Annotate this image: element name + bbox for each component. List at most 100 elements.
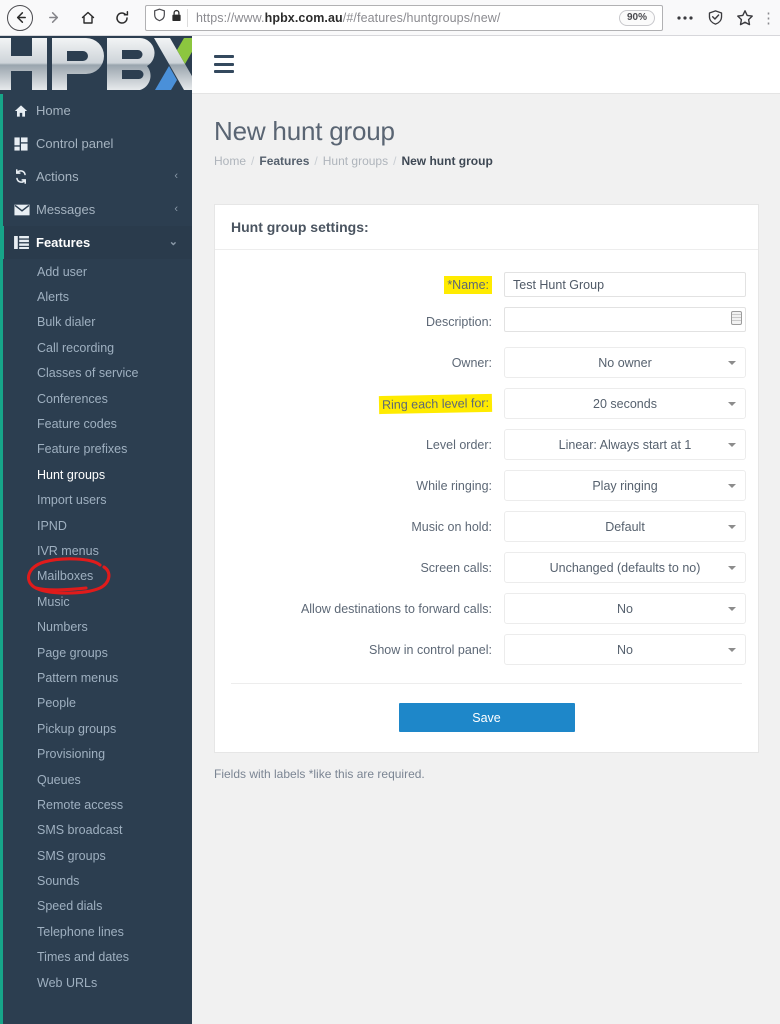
form-row-level-order-select: Level order: Linear: Always start at 1: [215, 429, 758, 460]
breadcrumb-item-hunt-groups[interactable]: Hunt groups: [323, 154, 388, 168]
sidebar-item-actions[interactable]: Actions ‹: [0, 160, 192, 193]
tracking-protection-icon[interactable]: [701, 4, 729, 32]
sidebar-subitem-bulk-dialer[interactable]: Bulk dialer: [0, 310, 192, 335]
form-control-music-on-hold-select: Default: [504, 511, 746, 542]
breadcrumb-item-features[interactable]: Features: [259, 154, 309, 168]
sidebar-subitem-feature-prefixes[interactable]: Feature prefixes: [0, 437, 192, 462]
form-row-description-field: Description:: [215, 307, 758, 337]
sidebar-subitem-people[interactable]: People: [0, 691, 192, 716]
select-value: No: [617, 601, 633, 616]
sidebar-subitem-provisioning[interactable]: Provisioning: [0, 741, 192, 766]
description-field[interactable]: [504, 307, 746, 332]
ring-each-level-for-select[interactable]: 20 seconds: [504, 388, 746, 419]
sidebar-subitem-label: Provisioning: [37, 747, 106, 762]
chevron-down-icon: [728, 360, 736, 365]
sidebar-subitem-hunt-groups[interactable]: Hunt groups: [0, 462, 192, 487]
sidebar-subitem-mailboxes[interactable]: Mailboxes: [0, 564, 192, 589]
padlock-icon[interactable]: [171, 9, 182, 27]
sidebar-item-messages[interactable]: Messages ‹: [0, 193, 192, 226]
sidebar-caret-messages: ‹: [174, 203, 178, 215]
chevron-down-icon: [728, 606, 736, 611]
screen-calls-select[interactable]: Unchanged (defaults to no): [504, 552, 746, 583]
hamburger-icon[interactable]: [214, 55, 234, 73]
sidebar-item-label: Home: [36, 103, 71, 118]
sidebar-subitem-numbers[interactable]: Numbers: [0, 614, 192, 639]
forward-arrow-icon[interactable]: [39, 3, 69, 33]
sidebar-item-control-panel[interactable]: Control panel: [0, 127, 192, 160]
sidebar-subnav-features: Add user Alerts Bulk dialer Call recording C…: [0, 259, 192, 996]
form-label-name-field: *Name:: [215, 275, 504, 294]
sidebar-subitem-label: Add user: [37, 264, 88, 279]
breadcrumb-separator: /: [314, 154, 318, 168]
sidebar-subitem-import-users[interactable]: Import users: [0, 488, 192, 513]
sidebar-subitem-label: Feature codes: [37, 417, 117, 432]
sidebar-subitem-queues[interactable]: Queues: [0, 767, 192, 792]
sidebar-caret-actions: ‹: [174, 170, 178, 182]
sidebar-subitem-label: Web URLs: [37, 975, 98, 990]
sidebar-caret-features: ⌄: [168, 236, 178, 248]
sidebar-subitem-call-recording[interactable]: Call recording: [0, 335, 192, 360]
site-identity: [150, 8, 188, 27]
sidebar-subitem-add-user[interactable]: Add user: [0, 259, 192, 284]
sidebar-subitem-classes-of-service[interactable]: Classes of service: [0, 361, 192, 386]
brand-logo[interactable]: [0, 36, 192, 94]
form-control-ring-each-level-for-select: 20 seconds: [504, 388, 746, 419]
level-order-select[interactable]: Linear: Always start at 1: [504, 429, 746, 460]
sidebar-subitem-sounds[interactable]: Sounds: [0, 868, 192, 893]
star-icon[interactable]: [731, 4, 759, 32]
select-value: Default: [605, 519, 645, 534]
sidebar-subitem-sms-groups[interactable]: SMS groups: [0, 843, 192, 868]
while-ringing-select[interactable]: Play ringing: [504, 470, 746, 501]
sidebar-subitem-remote-access[interactable]: Remote access: [0, 792, 192, 817]
ellipsis-icon[interactable]: [671, 4, 699, 32]
chevron-down-icon: [728, 442, 736, 447]
form-row-allow-forward-calls-select: Allow destinations to forward calls: No: [215, 593, 758, 624]
sidebar-subitem-label: Sounds: [37, 874, 80, 889]
sidebar-subitem-ivr-menus[interactable]: IVR menus: [0, 538, 192, 563]
select-value: No owner: [598, 355, 652, 370]
show-in-control-panel-select[interactable]: No: [504, 634, 746, 665]
sidebar-subitem-web-urls[interactable]: Web URLs: [0, 970, 192, 995]
back-arrow-icon[interactable]: [7, 4, 33, 31]
sidebar-subitem-pickup-groups[interactable]: Pickup groups: [0, 716, 192, 741]
sidebar-item-label: Messages: [36, 202, 96, 217]
name-field[interactable]: [504, 272, 746, 297]
url-text[interactable]: https://www.hpbx.com.au/#/features/huntg…: [188, 11, 619, 25]
sidebar-subitem-label: Times and dates: [37, 950, 129, 965]
sidebar-navigation: Home Control panel Actions ‹ Messages ‹: [0, 94, 192, 1024]
form-control-level-order-select: Linear: Always start at 1: [504, 429, 746, 460]
reload-icon[interactable]: [107, 3, 137, 33]
browser-actions: ⋮: [671, 4, 780, 32]
hunt-group-settings-panel: Hunt group settings: *Name: Description: O…: [214, 204, 759, 753]
sidebar-subitem-alerts[interactable]: Alerts: [0, 284, 192, 309]
owner-select[interactable]: No owner: [504, 347, 746, 378]
sidebar-subitem-sms-broadcast[interactable]: SMS broadcast: [0, 818, 192, 843]
chrome-overflow-indicator: ⋮: [761, 9, 776, 27]
shield-icon[interactable]: [153, 8, 166, 27]
home-icon: [14, 104, 36, 118]
sidebar-subitem-label: People: [37, 696, 76, 711]
sidebar-subitem-label: Pickup groups: [37, 721, 117, 736]
sidebar-item-home[interactable]: Home: [0, 94, 192, 127]
music-on-hold-select[interactable]: Default: [504, 511, 746, 542]
resize-grip-icon[interactable]: [731, 311, 742, 325]
allow-forward-calls-select[interactable]: No: [504, 593, 746, 624]
sidebar-subitem-page-groups[interactable]: Page groups: [0, 640, 192, 665]
url-bar[interactable]: https://www.hpbx.com.au/#/features/huntg…: [145, 4, 663, 31]
sidebar-subitem-feature-codes[interactable]: Feature codes: [0, 411, 192, 436]
sidebar-subitem-label: IPND: [37, 518, 67, 533]
sidebar-subitem-times-and-dates[interactable]: Times and dates: [0, 945, 192, 970]
chevron-down-icon: [728, 401, 736, 406]
sidebar-subitem-conferences[interactable]: Conferences: [0, 386, 192, 411]
breadcrumb-item-home[interactable]: Home: [214, 154, 246, 168]
save-button[interactable]: Save: [398, 703, 575, 732]
sidebar-subitem-music[interactable]: Music: [0, 589, 192, 614]
sidebar-subitem-pattern-menus[interactable]: Pattern menus: [0, 665, 192, 690]
home-icon[interactable]: [73, 3, 103, 33]
sidebar-subitem-telephone-lines[interactable]: Telephone lines: [0, 919, 192, 944]
sidebar-subitem-label: Queues: [37, 772, 81, 787]
zoom-level-badge[interactable]: 90%: [618, 9, 655, 26]
sidebar-item-features[interactable]: Features ⌄: [0, 226, 192, 259]
sidebar-subitem-ipnd[interactable]: IPND: [0, 513, 192, 538]
sidebar-subitem-speed-dials[interactable]: Speed dials: [0, 894, 192, 919]
